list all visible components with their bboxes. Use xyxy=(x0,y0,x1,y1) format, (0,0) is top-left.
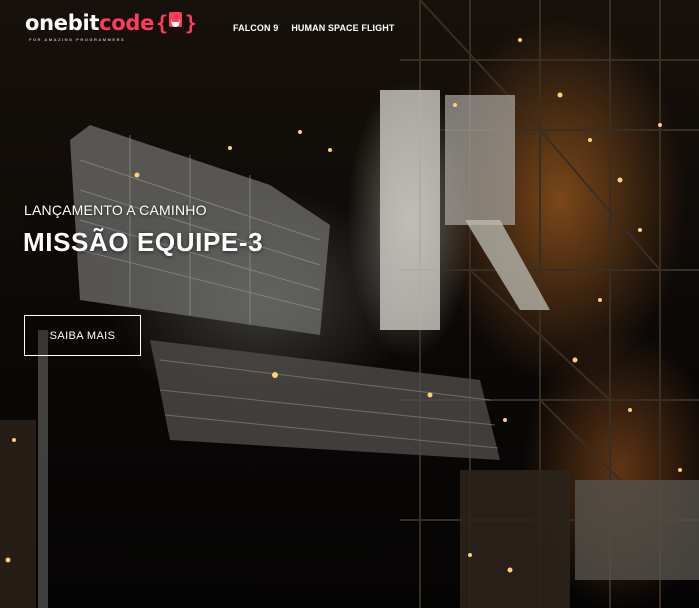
logo-text-accent: code xyxy=(99,11,155,35)
logo-brace-close: } xyxy=(184,11,197,35)
launch-tower-illustration xyxy=(0,0,699,608)
hero-background xyxy=(0,0,699,608)
nav-link-falcon-9[interactable]: FALCON 9 xyxy=(233,23,278,34)
logo-brace-open: { xyxy=(156,11,168,35)
saiba-mais-button[interactable]: SAIBA MAIS xyxy=(24,315,141,356)
onebitcode-logo[interactable]: onebit code{} xyxy=(25,11,197,35)
hero-kicker: LANÇAMENTO A CAMINHO xyxy=(24,202,207,218)
nav-link-human-space-flight[interactable]: HUMAN SPACE FLIGHT xyxy=(291,23,394,34)
logo-tagline: FOR AMAZING PROGRAMMERS xyxy=(29,37,126,42)
devil-icon xyxy=(168,12,182,27)
hero-headline: MISSÃO EQUIPE-3 xyxy=(23,227,264,257)
main-nav: FALCON 9 HUMAN SPACE FLIGHT xyxy=(233,23,394,34)
site-header: onebit code{} FOR AMAZING PROGRAMMERS FAL… xyxy=(0,0,699,56)
logo-text-main: onebit xyxy=(25,11,100,35)
